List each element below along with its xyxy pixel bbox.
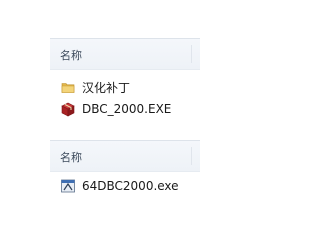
installer-box-icon bbox=[61, 102, 75, 117]
folder-icon bbox=[61, 83, 75, 93]
column-header-name[interactable]: 名称 bbox=[60, 149, 82, 165]
file-name: 64DBC2000.exe bbox=[82, 179, 179, 193]
column-divider[interactable] bbox=[191, 147, 192, 165]
file-list-top: 名称 汉化补丁 DBC_2000.EXE bbox=[50, 38, 200, 128]
list-item-folder[interactable]: 汉化补丁 bbox=[60, 78, 130, 96]
list-item-exe[interactable]: DBC_2000.EXE bbox=[60, 100, 171, 118]
file-list-bottom: 名称 64DBC2000.exe bbox=[50, 140, 200, 200]
file-explorer-snippet: 名称 汉化补丁 DBC_2000.EXE 名称 64DBC2000.exe bbox=[0, 0, 251, 251]
list-item-exe[interactable]: 64DBC2000.exe bbox=[60, 177, 179, 195]
column-header-bar[interactable]: 名称 bbox=[50, 38, 200, 70]
file-name: DBC_2000.EXE bbox=[82, 102, 172, 116]
file-name: 汉化补丁 bbox=[82, 80, 131, 95]
column-header-bar[interactable]: 名称 bbox=[50, 140, 200, 172]
column-header-name[interactable]: 名称 bbox=[60, 47, 82, 63]
application-icon bbox=[61, 179, 75, 193]
column-divider[interactable] bbox=[191, 45, 192, 63]
